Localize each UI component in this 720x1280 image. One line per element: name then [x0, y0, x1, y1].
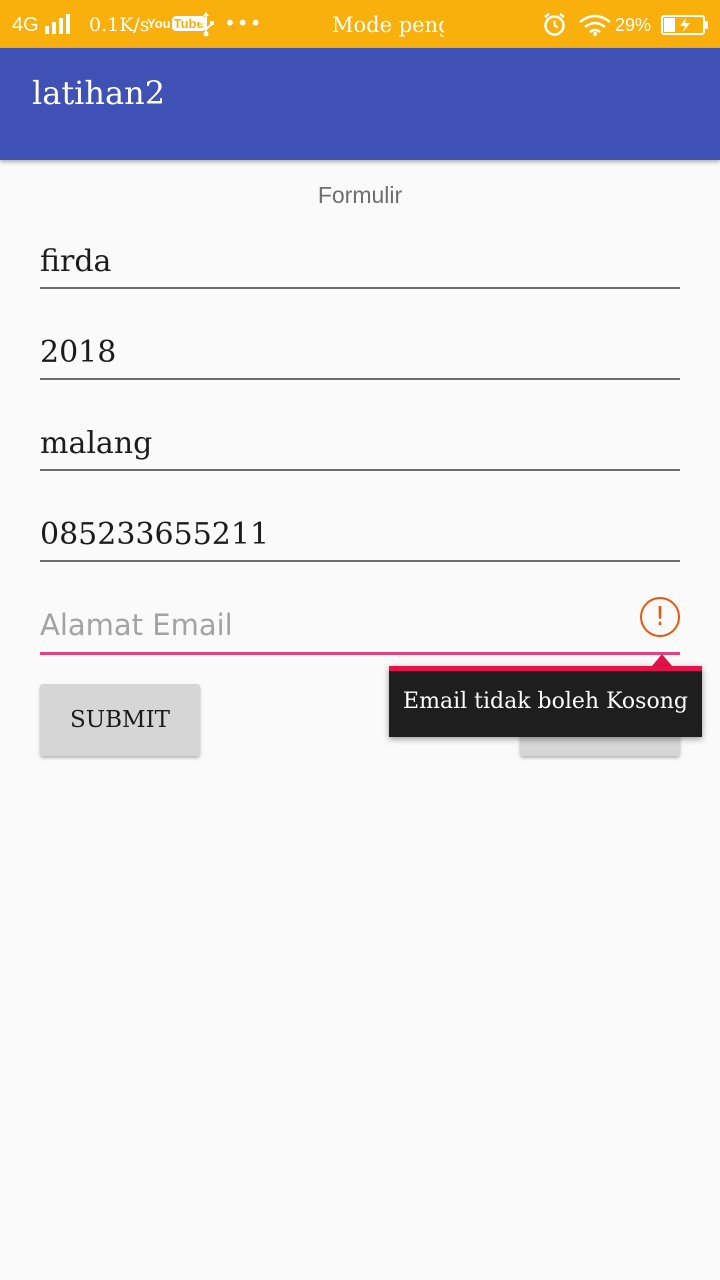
app-bar: latihan2 [0, 48, 720, 160]
name-field[interactable]: firda [40, 229, 680, 289]
error-tooltip-arrow [652, 654, 672, 666]
more-icon: ••• [224, 11, 263, 35]
email-field[interactable]: Alamat Email ! [40, 595, 680, 655]
year-field[interactable]: 2018 [40, 320, 680, 380]
phone-field-value: 085233655211 [40, 517, 270, 552]
notification-mode-text: Mode penge [332, 13, 444, 37]
year-field-value: 2018 [40, 335, 117, 370]
signal-icon [45, 14, 70, 34]
network-speed: 0.1K/s [89, 14, 150, 36]
usb-icon [198, 12, 214, 37]
email-field-placeholder: Alamat Email [40, 608, 233, 642]
city-field[interactable]: malang [40, 411, 680, 471]
status-bar: 4G 0.1K/s YouTube ••• Mode penge 29% [0, 0, 720, 48]
phone-field[interactable]: 085233655211 [40, 502, 680, 562]
submit-button[interactable]: SUBMIT [40, 684, 200, 756]
error-tooltip-text: Email tidak boleh Kosong [403, 689, 688, 714]
alarm-icon [544, 13, 565, 36]
battery-charging-icon [661, 15, 708, 35]
network-type: 4G [12, 14, 39, 36]
battery-percent: 29% [615, 15, 652, 35]
error-icon[interactable]: ! [640, 597, 680, 637]
form-title: Formulir [317, 182, 403, 208]
name-field-value: firda [40, 244, 112, 279]
wifi-icon [579, 14, 611, 36]
error-tooltip: Email tidak boleh Kosong [389, 666, 702, 737]
city-field-value: malang [40, 426, 153, 461]
app-title: latihan2 [32, 74, 166, 112]
